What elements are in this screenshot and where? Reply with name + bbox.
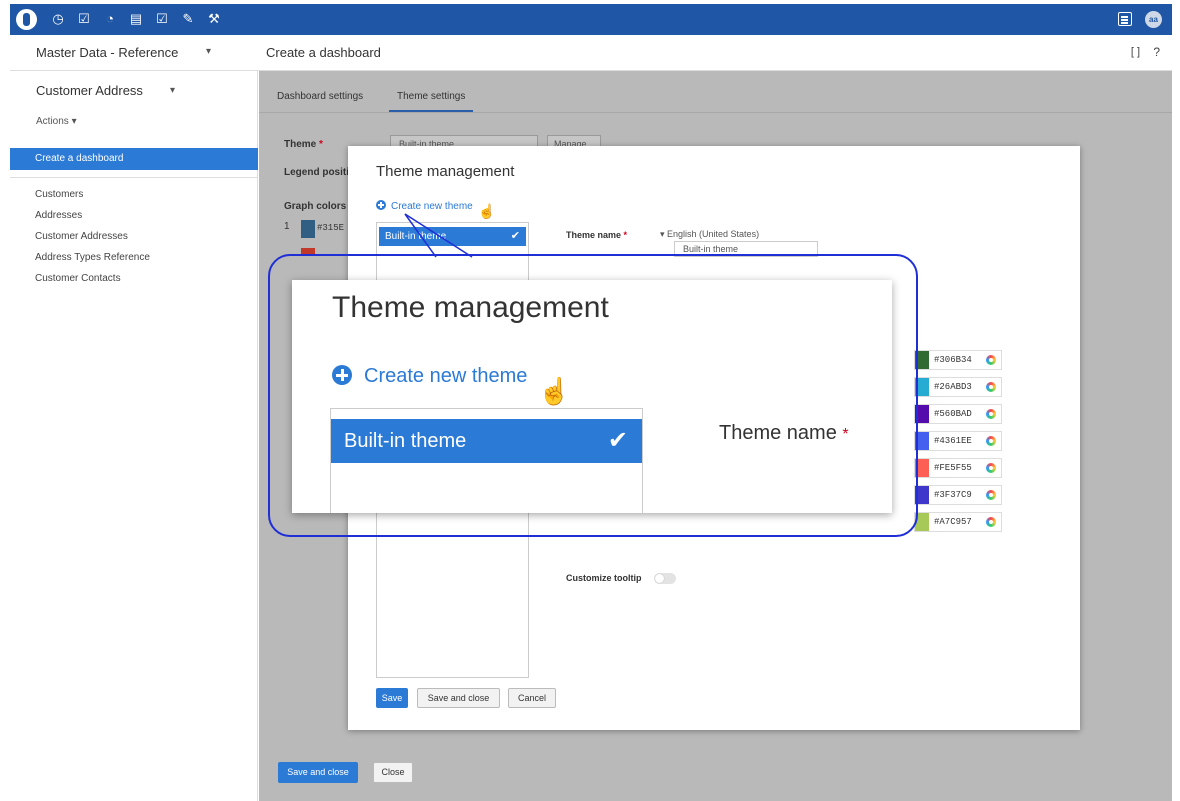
sidebar-item-address-types[interactable]: Address Types Reference (35, 252, 150, 263)
chevron-down-icon[interactable]: ▾ (206, 46, 211, 57)
save-button[interactable]: Save (376, 688, 408, 708)
close-button[interactable]: Close (373, 762, 413, 783)
page-title: Create a dashboard (266, 45, 381, 60)
theme-name-label: Theme name * (566, 230, 628, 240)
color-row[interactable]: #3F37C9 (914, 485, 1002, 505)
color-wheel-icon[interactable] (986, 517, 996, 527)
avatar[interactable]: aa (1145, 11, 1162, 28)
tab-theme-settings[interactable]: Theme settings (389, 91, 474, 112)
clock-icon[interactable]: ◷ (50, 11, 66, 27)
header: Master Data - Reference ▾ Create a dashb… (10, 35, 1172, 71)
color-wheel-icon[interactable] (986, 490, 996, 500)
language-select[interactable]: ▾ English (United States) (660, 229, 759, 240)
graph-color-swatch[interactable] (301, 220, 315, 238)
sidebar-item-create-dashboard[interactable]: Create a dashboard (10, 148, 258, 170)
pointer-cursor-icon: ☝ (538, 376, 571, 406)
color-row[interactable]: #306B34 (914, 350, 1002, 370)
customize-tooltip-toggle[interactable] (654, 573, 676, 584)
save-and-close-button[interactable]: Save and close (278, 762, 358, 783)
dialog-title: Theme management (376, 163, 515, 180)
color-row[interactable]: #560BAD (914, 404, 1002, 424)
color-row[interactable]: #4361EE (914, 431, 1002, 451)
sidebar-item-customers[interactable]: Customers (35, 189, 83, 200)
color-hex: #A7C957 (934, 517, 972, 527)
color-wheel-icon[interactable] (986, 382, 996, 392)
sidebar-item-customer-addresses[interactable]: Customer Addresses (35, 231, 128, 242)
sidebar: Customer Address ▾ Actions ▾ Create a da… (10, 71, 258, 801)
color-wheel-icon[interactable] (986, 409, 996, 419)
color-hex: #3F37C9 (934, 490, 972, 500)
graph-color-index: 1 (284, 221, 290, 232)
document-icon[interactable]: ▤ (128, 11, 144, 27)
database-icon[interactable] (16, 9, 37, 30)
entity-title[interactable]: Customer Address (36, 83, 143, 98)
list-item[interactable]: Built-in theme ✔ (331, 419, 642, 463)
zoom-theme-list: Built-in theme ✔ (330, 408, 643, 513)
color-hex: #26ABD3 (934, 382, 972, 392)
save-and-close-button[interactable]: Save and close (417, 688, 500, 708)
chevron-down-icon[interactable]: ▾ (170, 85, 175, 96)
check-icon: ✔ (607, 427, 628, 454)
workspace-title[interactable]: Master Data - Reference (36, 45, 178, 60)
check-icon: ✔ (510, 230, 520, 242)
plug-icon[interactable]: ✎ (180, 11, 196, 27)
color-hex: #306B34 (934, 355, 972, 365)
list-item[interactable]: Built-in theme ✔ (379, 227, 526, 246)
zoom-callout: Theme management Create new theme Built-… (292, 280, 892, 513)
plus-circle-icon (376, 200, 386, 210)
color-row[interactable]: #26ABD3 (914, 377, 1002, 397)
customize-tooltip-label: Customize tooltip (566, 573, 642, 583)
create-new-theme-link[interactable]: Create new theme (376, 200, 473, 212)
sidebar-item-addresses[interactable]: Addresses (35, 210, 82, 221)
gauge-icon[interactable]: ◔ (102, 11, 118, 27)
color-hex: #FE5F55 (934, 463, 972, 473)
color-wheel-icon[interactable] (986, 355, 996, 365)
theme-label: Theme * (284, 139, 323, 150)
actions-menu[interactable]: Actions ▾ (36, 116, 77, 127)
color-row[interactable]: #FE5F55 (914, 458, 1002, 478)
legend-position-label: Legend positio (284, 167, 356, 178)
graph-colors-label: Graph colors (284, 201, 347, 212)
help-icon[interactable]: ? (1153, 45, 1160, 59)
sidebar-item-customer-contacts[interactable]: Customer Contacts (35, 273, 121, 284)
checkbox-icon[interactable]: ☑ (76, 11, 92, 27)
apps-icon[interactable] (1118, 12, 1132, 26)
top-app-bar: ◷ ☑ ◔ ▤ ☑ ✎ ⚒ aa (10, 4, 1172, 35)
check-doc-icon[interactable]: ☑ (154, 11, 170, 27)
tab-bar: Dashboard settings Theme settings (259, 71, 1172, 113)
color-wheel-icon[interactable] (986, 436, 996, 446)
color-row[interactable]: #A7C957 (914, 512, 1002, 532)
zoom-title: Theme management (332, 291, 609, 324)
graph-color-hex: #315E (317, 223, 345, 233)
wrench-icon[interactable]: ⚒ (206, 11, 222, 27)
expand-icon[interactable]: [ ] (1131, 46, 1140, 58)
color-hex: #4361EE (934, 436, 972, 446)
color-hex: #560BAD (934, 409, 972, 419)
plus-circle-icon (332, 365, 352, 385)
color-wheel-icon[interactable] (986, 463, 996, 473)
zoom-theme-name-label: Theme name * (719, 422, 849, 444)
tab-dashboard-settings[interactable]: Dashboard settings (277, 91, 363, 102)
zoom-create-new-theme-link[interactable]: Create new theme (332, 365, 527, 388)
divider (10, 177, 258, 178)
cancel-button[interactable]: Cancel (508, 688, 556, 708)
pointer-cursor-icon: ☝ (478, 203, 496, 219)
